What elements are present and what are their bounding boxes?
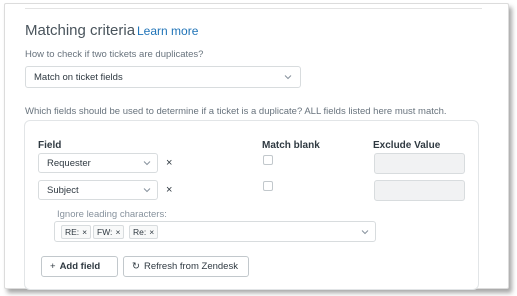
tag-item: FW: ×: [93, 225, 125, 239]
tag-label: Re:: [133, 227, 147, 237]
chevron-down-icon: [284, 73, 292, 81]
match-blank-checkbox[interactable]: [263, 155, 273, 165]
ignore-leading-multiselect[interactable]: RE: × FW: × Re: ×: [54, 221, 376, 242]
field-select-subject[interactable]: Subject: [38, 180, 158, 200]
learn-more-link[interactable]: Learn more: [137, 24, 198, 38]
duplicate-check-select[interactable]: Match on ticket fields: [25, 66, 301, 88]
field-select-value: Subject: [47, 185, 79, 196]
plus-icon: +: [50, 261, 56, 272]
chevron-down-icon: [143, 159, 151, 167]
refresh-label: Refresh from Zendesk: [143, 261, 238, 272]
refresh-from-zendesk-button[interactable]: ↻ Refresh from Zendesk: [123, 256, 249, 277]
tag-label: FW:: [97, 227, 113, 237]
ignore-leading-label: Ignore leading characters:: [57, 209, 167, 220]
exclude-value-input[interactable]: [374, 180, 465, 201]
field-select-value: Requester: [47, 158, 91, 169]
tag-remove-button[interactable]: ×: [149, 227, 154, 237]
add-field-label: Add field: [59, 261, 101, 272]
match-blank-checkbox[interactable]: [263, 181, 273, 191]
field-select-requester[interactable]: Requester: [38, 153, 158, 173]
remove-field-button[interactable]: ×: [166, 158, 172, 169]
refresh-icon: ↻: [132, 261, 140, 272]
tag-item: RE: ×: [61, 225, 92, 239]
column-header-field: Field: [38, 140, 62, 151]
duplicate-check-label: How to check if two tickets are duplicat…: [25, 49, 204, 60]
section-title: Matching criteria: [25, 22, 136, 39]
column-header-exclude-value: Exclude Value: [373, 140, 441, 151]
tag-remove-button[interactable]: ×: [82, 227, 87, 237]
tag-item: Re: ×: [129, 225, 159, 239]
tag-remove-button[interactable]: ×: [115, 227, 120, 237]
chevron-down-icon: [143, 186, 151, 194]
fields-question-label: Which fields should be used to determine…: [25, 106, 447, 117]
add-field-button[interactable]: + Add field: [41, 256, 118, 277]
tag-label: RE:: [65, 227, 80, 237]
divider: [25, 8, 482, 9]
exclude-value-input[interactable]: [374, 153, 465, 174]
duplicate-check-value: Match on ticket fields: [34, 72, 123, 83]
column-header-match-blank: Match blank: [262, 140, 320, 151]
chevron-down-icon: [361, 228, 369, 236]
remove-field-button[interactable]: ×: [166, 185, 172, 196]
